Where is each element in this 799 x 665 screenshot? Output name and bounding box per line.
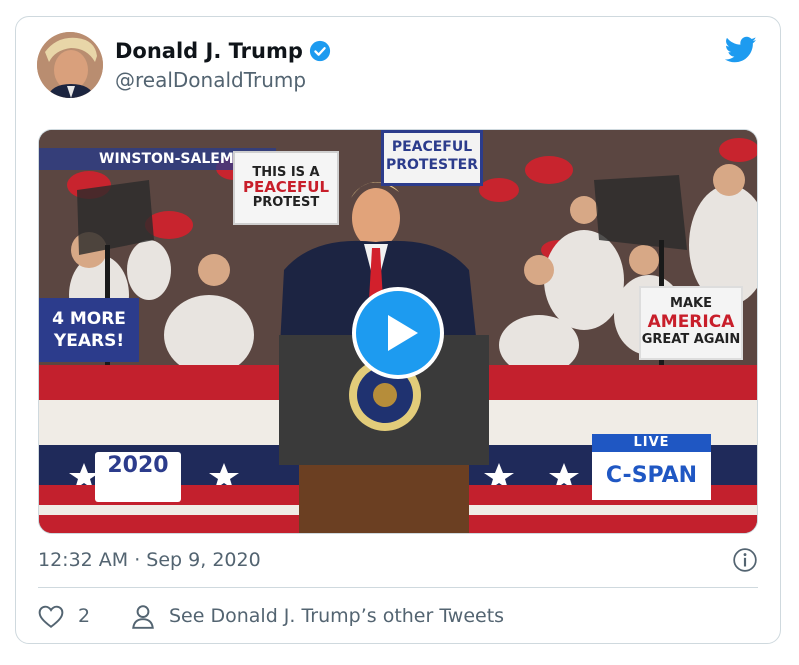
- verified-badge-icon: [309, 40, 330, 62]
- author-name-text: Donald J. Trump: [115, 39, 303, 63]
- play-button[interactable]: [352, 287, 444, 379]
- peaceful-sign-line2: PROTESTER: [385, 157, 479, 173]
- four-more-years-sign: 4 MORE YEARS!: [39, 298, 139, 362]
- user-icon[interactable]: [131, 604, 155, 630]
- live-badge: LIVE: [592, 434, 711, 452]
- author-handle[interactable]: @realDonaldTrump: [115, 68, 306, 92]
- tweet-card: Donald J. Trump @realDonaldTrump WINSTON…: [15, 16, 781, 644]
- twitter-bird-icon[interactable]: [725, 36, 757, 64]
- play-icon: [388, 315, 418, 351]
- maga-sign-line3: GREAT AGAIN: [641, 332, 741, 347]
- info-icon[interactable]: [732, 547, 758, 573]
- see-other-tweets-link[interactable]: See Donald J. Trump’s other Tweets: [169, 605, 504, 627]
- protest-sign-line2: PEACEFUL: [242, 178, 330, 196]
- like-count: 2: [78, 605, 91, 627]
- peaceful-sign-line1: PEACEFUL: [391, 139, 473, 155]
- tweet-timestamp[interactable]: 12:32 AM · Sep 9, 2020: [38, 549, 261, 571]
- protest-sign: THIS IS A PEACEFUL PROTEST: [233, 151, 339, 225]
- network-logo: C-SPAN: [592, 452, 711, 500]
- video-player[interactable]: WINSTON-SALEM, NC THIS IS A PEACEFUL PRO…: [38, 129, 758, 534]
- maga-sign: MAKE AMERICA GREAT AGAIN: [639, 286, 743, 360]
- campaign-2020-logo: 2020: [95, 452, 181, 502]
- author-avatar[interactable]: [37, 32, 103, 98]
- author-name[interactable]: Donald J. Trump: [115, 39, 331, 63]
- maga-sign-line1: MAKE: [670, 296, 712, 311]
- peaceful-protester-sign: PEACEFUL PROTESTER: [381, 130, 483, 186]
- protest-sign-line3: PROTEST: [252, 195, 320, 210]
- maga-sign-line2: AMERICA: [647, 312, 735, 332]
- heart-icon[interactable]: [38, 605, 64, 629]
- divider: [38, 587, 758, 588]
